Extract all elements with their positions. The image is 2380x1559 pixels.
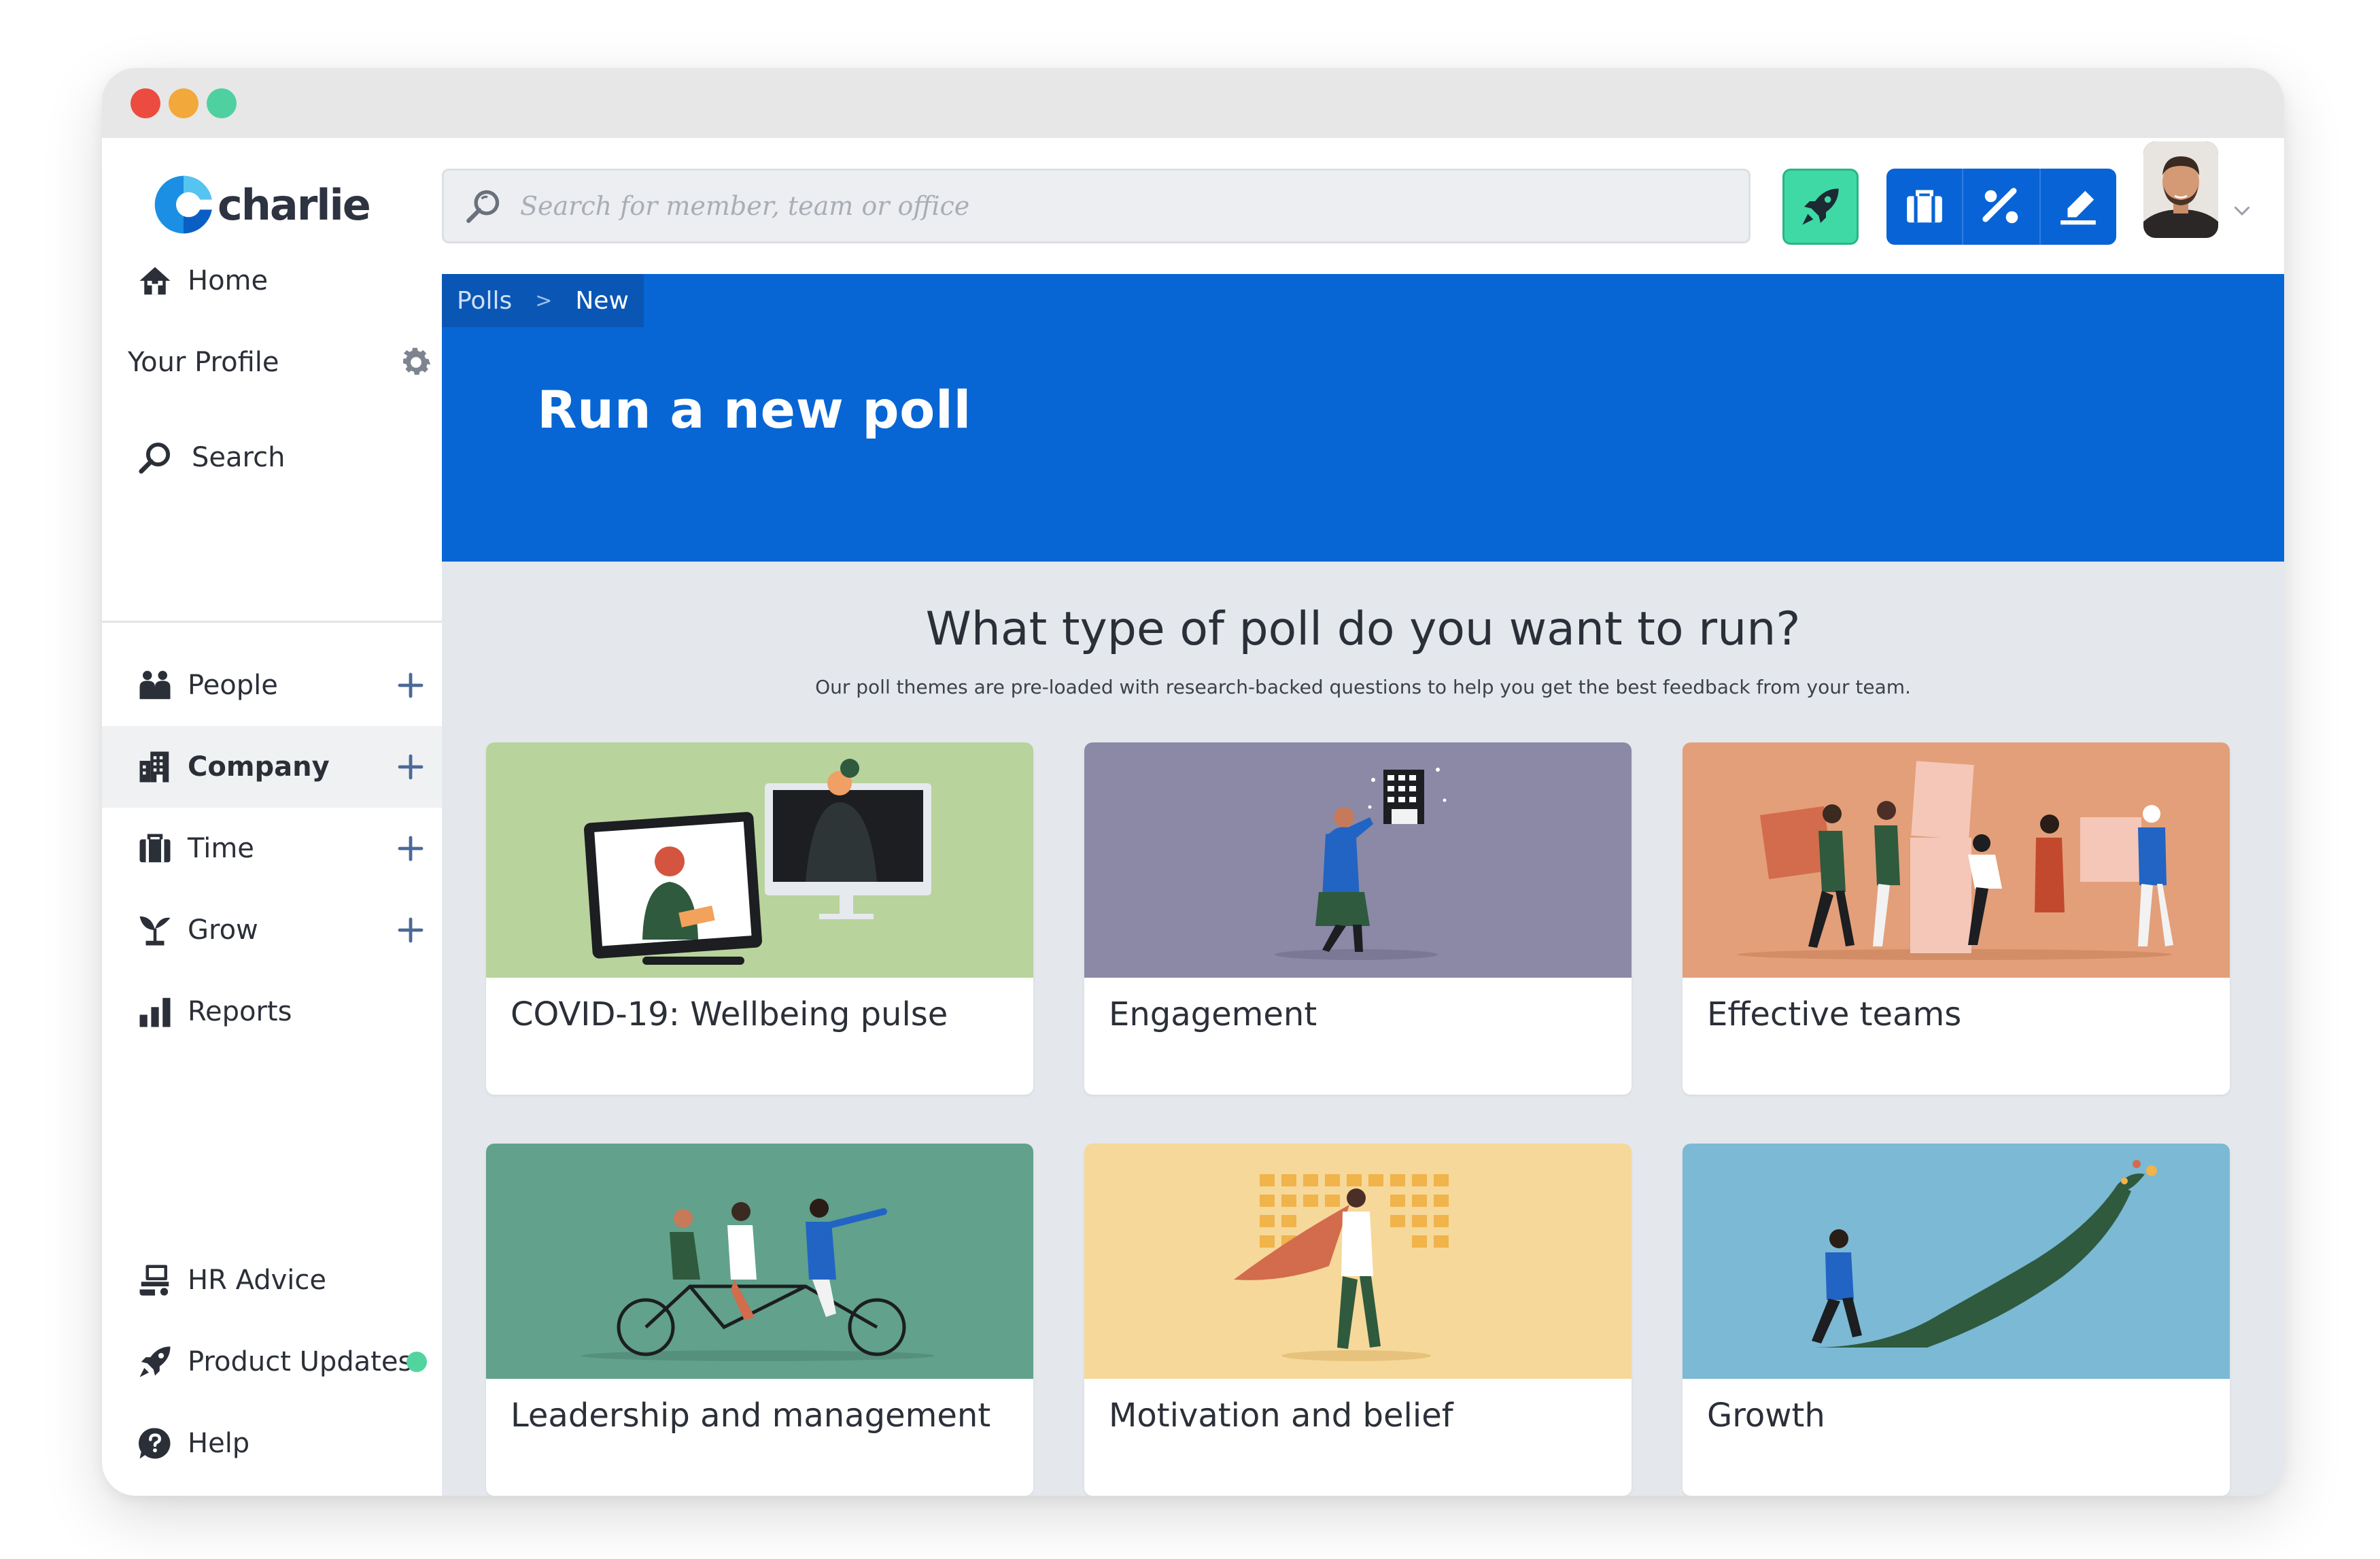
video-call-illustration	[486, 742, 1033, 978]
section-heading: What type of poll do you want to run?	[925, 602, 1801, 656]
poll-card-engagement[interactable]: Engagement	[1084, 742, 1632, 1095]
sidebar-divider	[102, 621, 442, 623]
search-bar[interactable]	[442, 169, 1750, 243]
poll-card-covid-wellbeing[interactable]: COVID-19: Wellbeing pulse	[486, 742, 1033, 1095]
poll-card-leadership[interactable]: Leadership and management	[486, 1144, 1033, 1496]
engagement-illustration	[1084, 742, 1632, 978]
help-icon	[135, 1423, 175, 1464]
poll-card-title: Leadership and management	[511, 1397, 991, 1435]
page-title: Run a new poll	[537, 379, 971, 440]
bar-chart-icon	[135, 991, 175, 1032]
percent-icon	[1982, 188, 2018, 224]
poll-card-title: Effective teams	[1707, 995, 1962, 1033]
teamwork-illustration	[1683, 742, 2230, 978]
growth-illustration	[1683, 1144, 2230, 1379]
sign-documents-button[interactable]	[2041, 169, 2116, 245]
sidebar-item-label: Reports	[188, 996, 292, 1027]
sidebar-item-label: Time	[188, 833, 254, 864]
sidebar-item-label: Home	[188, 265, 269, 296]
suitcase-icon	[135, 828, 175, 869]
new-update-indicator	[407, 1352, 427, 1372]
page-header-banner: Polls > New Run a new poll	[442, 274, 2284, 562]
user-avatar[interactable]	[2143, 141, 2218, 238]
main-content: What type of poll do you want to run? Ou…	[442, 562, 2284, 1496]
search-input[interactable]	[519, 190, 1677, 222]
poll-card-effective-teams[interactable]: Effective teams	[1683, 742, 2230, 1095]
add-grow-plus-icon[interactable]	[393, 912, 428, 948]
report-sickness-button[interactable]	[1963, 169, 2041, 245]
quick-action-button[interactable]	[1782, 169, 1859, 245]
user-photo	[2143, 141, 2218, 238]
book-time-off-button[interactable]	[1886, 169, 1964, 245]
sidebar-item-label: Company	[188, 751, 330, 783]
sidebar-item-time[interactable]: Time	[102, 808, 442, 889]
gear-icon[interactable]	[397, 343, 435, 381]
poll-card-title: Engagement	[1109, 995, 1317, 1033]
rocket-icon	[135, 1341, 175, 1382]
breadcrumb: Polls > New	[442, 274, 644, 327]
home-icon	[135, 260, 175, 301]
sidebar-item-home[interactable]: Home	[102, 240, 442, 322]
sidebar-item-search[interactable]: Search	[102, 417, 442, 498]
sidebar-item-label: People	[188, 670, 278, 701]
sidebar-item-label: Product Updates	[188, 1346, 413, 1377]
sidebar-item-people[interactable]: People	[102, 645, 442, 726]
app-window: charlie Home Your Profile Search People …	[102, 68, 2284, 1496]
suitcase-icon	[1906, 190, 1942, 223]
breadcrumb-separator: >	[535, 288, 553, 313]
charlie-logo-icon	[154, 175, 215, 234]
poll-card-title: COVID-19: Wellbeing pulse	[511, 995, 948, 1033]
sidebar-item-label: HR Advice	[188, 1265, 327, 1296]
chevron-down-icon[interactable]	[2230, 198, 2254, 222]
poll-card-title: Growth	[1707, 1397, 1825, 1435]
tandem-bike-illustration	[486, 1144, 1033, 1379]
rocket-icon	[1802, 188, 1839, 225]
add-person-plus-icon[interactable]	[393, 668, 428, 703]
sidebar: charlie Home Your Profile Search People …	[102, 138, 442, 1496]
breadcrumb-current: New	[575, 286, 629, 315]
brand-name: charlie	[218, 179, 371, 230]
sidebar-item-label: Search	[192, 442, 286, 473]
action-button-group	[1886, 169, 2116, 245]
sidebar-item-company[interactable]: Company	[102, 726, 442, 808]
title-bar	[102, 68, 2284, 138]
people-icon	[135, 665, 175, 706]
section-subheading: Our poll themes are pre-loaded with rese…	[815, 676, 1911, 698]
poll-card-growth[interactable]: Growth	[1683, 1144, 2230, 1496]
sidebar-item-label: Grow	[188, 914, 258, 946]
search-icon	[462, 184, 505, 228]
sidebar-item-product-updates[interactable]: Product Updates	[102, 1321, 442, 1403]
sidebar-item-hr-advice[interactable]: HR Advice	[102, 1239, 442, 1321]
charlie-logo[interactable]: charlie	[152, 172, 371, 237]
sidebar-item-label: Help	[188, 1428, 250, 1459]
sidebar-item-your-profile[interactable]: Your Profile	[102, 322, 442, 403]
breadcrumb-polls-link[interactable]: Polls	[457, 287, 512, 315]
sidebar-item-help[interactable]: Help	[102, 1403, 442, 1484]
minimize-window-button[interactable]	[169, 88, 199, 118]
building-icon	[135, 747, 175, 787]
top-bar	[442, 138, 2284, 274]
superhero-illustration	[1084, 1144, 1632, 1379]
poll-card-motivation[interactable]: Motivation and belief	[1084, 1144, 1632, 1496]
hr-advice-icon	[135, 1260, 175, 1301]
card-illustration-bg	[486, 742, 1033, 978]
close-window-button[interactable]	[131, 88, 160, 118]
add-company-plus-icon[interactable]	[393, 749, 428, 785]
add-time-plus-icon[interactable]	[393, 831, 428, 866]
sign-icon	[2060, 190, 2097, 225]
plant-icon	[135, 910, 175, 950]
sidebar-item-reports[interactable]: Reports	[102, 971, 442, 1052]
search-icon	[135, 437, 175, 478]
poll-card-title: Motivation and belief	[1109, 1397, 1453, 1435]
sidebar-item-label: Your Profile	[128, 347, 279, 378]
maximize-window-button[interactable]	[207, 88, 237, 118]
sidebar-item-grow[interactable]: Grow	[102, 889, 442, 971]
